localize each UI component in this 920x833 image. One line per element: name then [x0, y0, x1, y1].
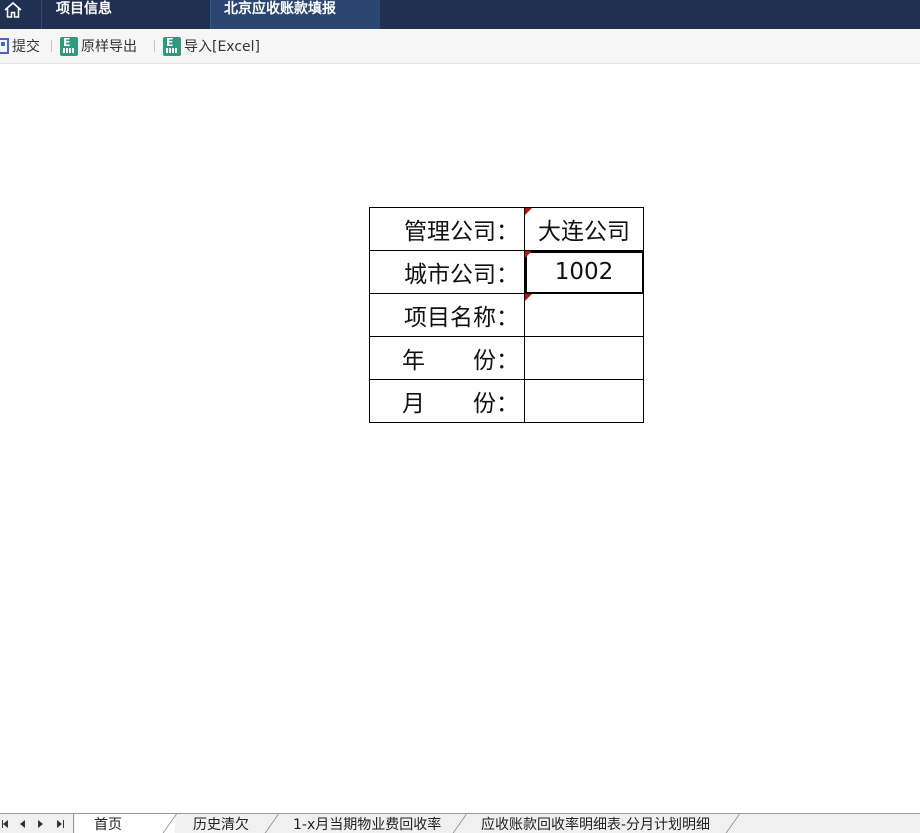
tab-beijing-receivables[interactable]: 北京应收账款填报 — [210, 0, 380, 29]
project-name-cell[interactable] — [524, 293, 644, 337]
prev-sheet-icon[interactable] — [20, 820, 25, 828]
excel-icon — [60, 36, 78, 56]
year-label-left: 年 — [402, 348, 425, 374]
table-row: 年 份： — [369, 336, 644, 380]
first-sheet-icon[interactable] — [3, 820, 8, 828]
tab-divider — [263, 814, 279, 833]
home-icon — [4, 1, 22, 18]
sheet-navigation — [0, 814, 74, 833]
last-sheet-bar — [63, 820, 64, 828]
submit-button[interactable]: 提交 — [0, 36, 40, 56]
save-icon — [0, 38, 9, 54]
toolbar: 提交 原样导出 导入[Excel] — [0, 29, 920, 64]
table-row: 项目名称： — [369, 293, 644, 337]
management-company-cell[interactable]: 大连公司 — [524, 207, 644, 251]
parameter-form: 管理公司： 大连公司 城市公司： 1002 项目名称： 年 份： 月 份： — [369, 207, 644, 423]
sheet-tab-bar: 首页 历史清欠 1-x月当期物业费回收率 应收账款回收率明细表-分月计划明细 — [0, 813, 920, 833]
month-cell[interactable] — [524, 379, 644, 423]
top-nav-bar: 项目信息 北京应收账款填报 — [0, 0, 920, 29]
sheet-tab-home[interactable]: 首页 — [75, 814, 175, 833]
submit-label: 提交 — [12, 39, 40, 55]
import-label: 导入[Excel] — [184, 39, 261, 55]
table-row: 城市公司： 1002 — [369, 250, 644, 294]
tab-divider — [724, 814, 740, 833]
year-label-right: 份： — [473, 348, 519, 374]
table-row: 管理公司： 大连公司 — [369, 207, 644, 251]
last-sheet-icon[interactable] — [57, 820, 62, 828]
city-company-cell[interactable]: 1002 — [524, 250, 644, 294]
excel-icon — [163, 36, 181, 56]
export-label: 原样导出 — [81, 39, 137, 55]
next-sheet-icon[interactable] — [38, 820, 43, 828]
year-label: 年 份： — [369, 336, 525, 380]
city-company-label: 城市公司： — [369, 250, 525, 294]
year-cell[interactable] — [524, 336, 644, 380]
import-excel-button[interactable]: 导入[Excel] — [163, 36, 260, 56]
table-row: 月 份： — [369, 379, 644, 423]
month-label-right: 份： — [473, 391, 519, 417]
project-name-label: 项目名称： — [369, 293, 525, 337]
tab-project-info[interactable]: 项目信息 — [43, 0, 210, 29]
management-company-label: 管理公司： — [369, 207, 525, 251]
tab-divider — [451, 814, 467, 833]
toolbar-divider — [51, 40, 52, 52]
export-button[interactable]: 原样导出 — [60, 36, 137, 56]
sheet-tab-history[interactable]: 历史清欠 — [193, 814, 249, 833]
sheet-tab-receivable-detail[interactable]: 应收账款回收率明细表-分月计划明细 — [481, 814, 710, 833]
month-label: 月 份： — [369, 379, 525, 423]
sheet-tab-collection-rate[interactable]: 1-x月当期物业费回收率 — [293, 814, 441, 833]
month-label-left: 月 — [402, 391, 425, 417]
toolbar-divider — [154, 40, 155, 52]
home-button[interactable] — [0, 0, 42, 29]
